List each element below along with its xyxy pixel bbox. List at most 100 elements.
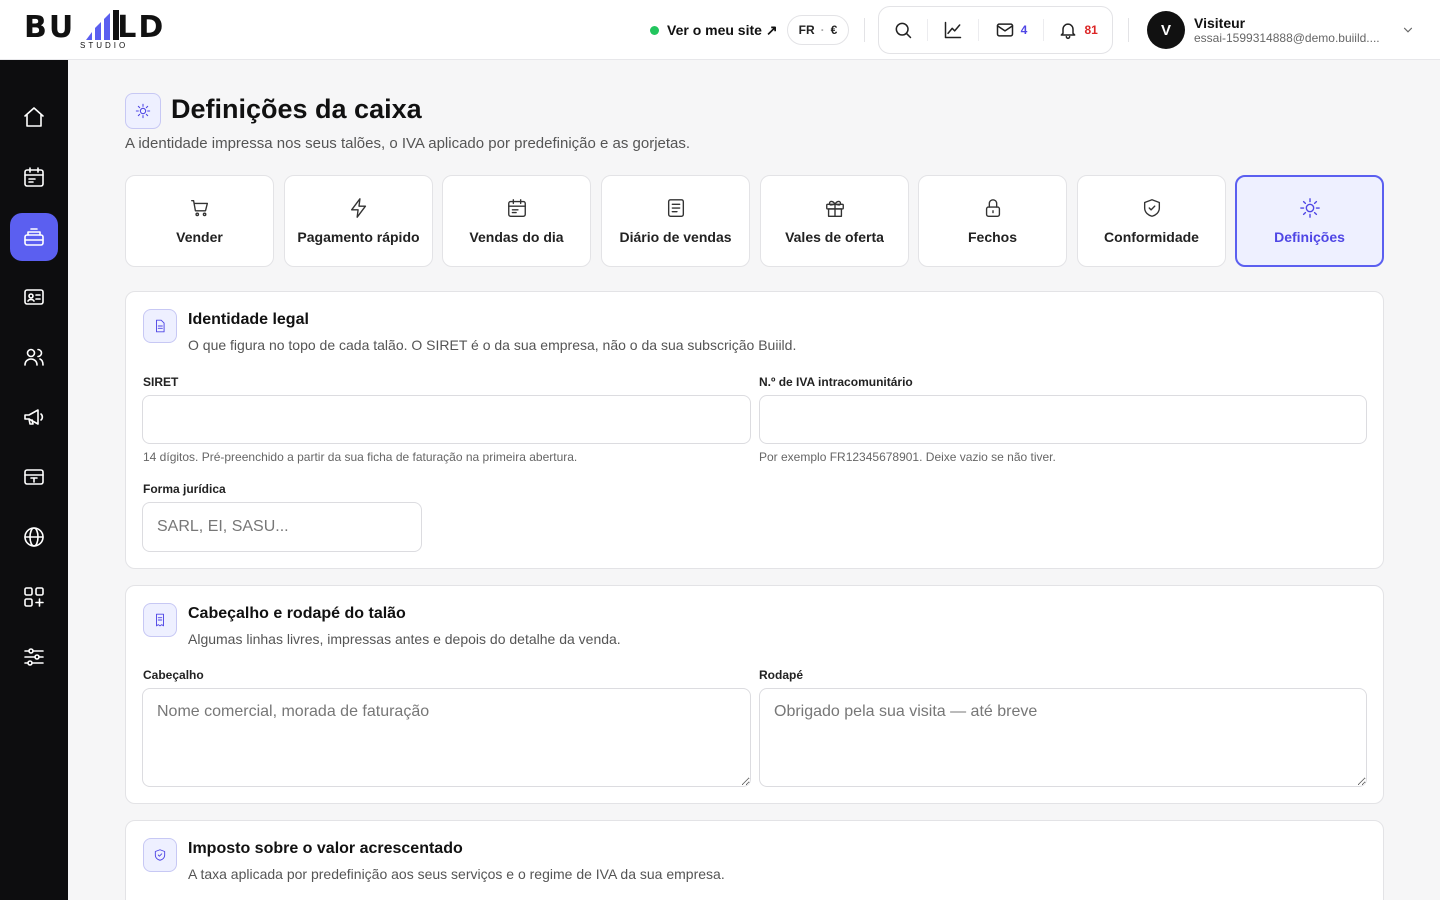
main-content: Definições da caixa A identidade impress… [125,60,1384,900]
user-email: essai-1599314888@demo.buiild.... [1194,31,1380,45]
sidebar-item-payments[interactable] [10,453,58,501]
sun-gear-icon [1299,198,1320,218]
receipt-footer-field[interactable] [759,688,1367,787]
siret-help: 14 dígitos. Pré-preenchido a partir da s… [143,450,578,464]
brand-logo[interactable]: BU LD STUDIO [24,8,184,52]
currency-symbol: € [830,23,838,37]
language-separator: · [820,23,825,37]
tab-vender[interactable]: Vender [125,175,274,267]
sidebar-item-apps[interactable] [10,573,58,621]
tab-pagamento-rapido[interactable]: Pagamento rápido [284,175,433,267]
search-button[interactable] [879,7,927,53]
siret-label: SIRET [143,375,179,389]
home-icon [24,107,44,127]
sidebar-item-settings[interactable] [10,633,58,681]
id-card-icon [24,289,44,305]
section-title: Cabeçalho e rodapé do talão [188,605,406,622]
user-info: Visiteur essai-1599314888@demo.buiild...… [1194,15,1389,45]
tab-definicoes[interactable]: Definições [1235,175,1384,267]
receipt-header-field[interactable] [142,688,751,787]
cart-icon [190,199,208,217]
section-title: Imposto sobre o valor acrescentado [188,840,463,857]
mail-icon [996,23,1013,37]
sliders-icon [24,648,44,666]
section-icon [143,603,177,637]
bell-icon [1061,23,1076,40]
card-icon [24,469,44,485]
sidebar-item-marketing[interactable] [10,393,58,441]
lightning-icon [350,198,366,218]
page-subtitle: A identidade impressa nos seus talões, o… [125,135,691,152]
shield-check-icon [1143,199,1160,217]
tab-diario-de-vendas[interactable]: Diário de vendas [601,175,750,267]
user-name: Visiteur [1194,15,1246,31]
tab-conformidade[interactable]: Conformidade [1077,175,1226,267]
notifications-count: 81 [1084,23,1098,37]
tab-fechos[interactable]: Fechos [918,175,1067,267]
siret-field[interactable] [142,395,751,444]
legal-form-label: Forma jurídica [143,482,226,496]
divider [1128,18,1129,42]
receipt-icon [156,613,164,627]
visit-site-link[interactable]: Ver o meu site ↗ [650,20,778,40]
document-icon [156,319,165,333]
sidebar-item-cash-register[interactable] [10,213,58,261]
notifications-button[interactable]: 81 [1044,7,1112,53]
page-title-icon [125,93,161,129]
messages-button[interactable]: 4 [979,7,1044,53]
sun-gear-icon [135,103,151,119]
chevron-down-icon [1403,27,1413,33]
sidebar-item-calendar[interactable] [10,153,58,201]
cash-register-icon [24,228,44,246]
quick-actions: 4 81 [878,6,1113,54]
vat-section: Imposto sobre o valor acrescentado A tax… [125,820,1384,900]
section-icon [143,309,177,343]
language-code: FR [798,23,815,37]
calendar-icon [507,199,526,217]
tab-label: Diário de vendas [619,229,732,245]
logo-bars-icon [86,10,119,40]
vat-number-label: N.º de IVA intracomunitário [759,375,913,389]
tab-bar: Vender Pagamento rápido Vendas do dia Di… [125,175,1384,267]
lock-icon [985,199,1000,217]
tab-label: Pagamento rápido [297,229,420,245]
legal-form-field[interactable] [142,502,422,552]
user-menu[interactable]: V Visiteur essai-1599314888@demo.buiild.… [1147,11,1417,49]
header-label: Cabeçalho [143,668,204,682]
sidebar [0,60,68,900]
vat-number-help: Por exemplo FR12345678901. Deixe vazio s… [759,450,1056,464]
logo-text-left: BU [24,10,76,45]
vat-number-field[interactable] [759,395,1367,444]
messages-count: 4 [1020,23,1028,37]
logo-text-right: LD [117,10,166,45]
section-subtitle: O que figura no topo de cada talão. O SI… [188,337,797,353]
language-currency-selector[interactable]: FR · € [787,15,849,45]
section-title: Identidade legal [188,311,309,328]
users-icon [24,348,44,366]
shield-check-icon [154,849,166,861]
identity-section: Identidade legal O que figura no topo de… [125,291,1384,569]
logo-subtitle: STUDIO [80,41,129,50]
section-subtitle: A taxa aplicada por predefinição aos seu… [188,866,725,882]
top-bar: BU LD STUDIO Ver o meu site ↗ FR · € 4 8… [0,0,1440,60]
apps-add-icon [24,587,44,607]
avatar: V [1147,11,1185,49]
sidebar-item-contacts[interactable] [10,273,58,321]
analytics-button[interactable] [928,7,978,53]
footer-label: Rodapé [759,668,804,682]
tab-vendas-do-dia[interactable]: Vendas do dia [442,175,591,267]
sidebar-item-website[interactable] [10,513,58,561]
visit-site-label: Ver o meu site ↗ [667,21,778,38]
sidebar-item-users[interactable] [10,333,58,381]
tab-vales-de-oferta[interactable]: Vales de oferta [760,175,909,267]
page-title: Definições da caixa [171,94,422,124]
tab-label: Vales de oferta [785,229,884,245]
online-status-dot [650,25,659,35]
gift-icon [825,200,844,217]
megaphone-icon [24,409,44,425]
section-subtitle: Algumas linhas livres, impressas antes e… [188,631,621,647]
globe-icon [24,527,44,547]
sidebar-item-home[interactable] [10,93,58,141]
divider [864,18,865,42]
calendar-icon [24,167,44,187]
